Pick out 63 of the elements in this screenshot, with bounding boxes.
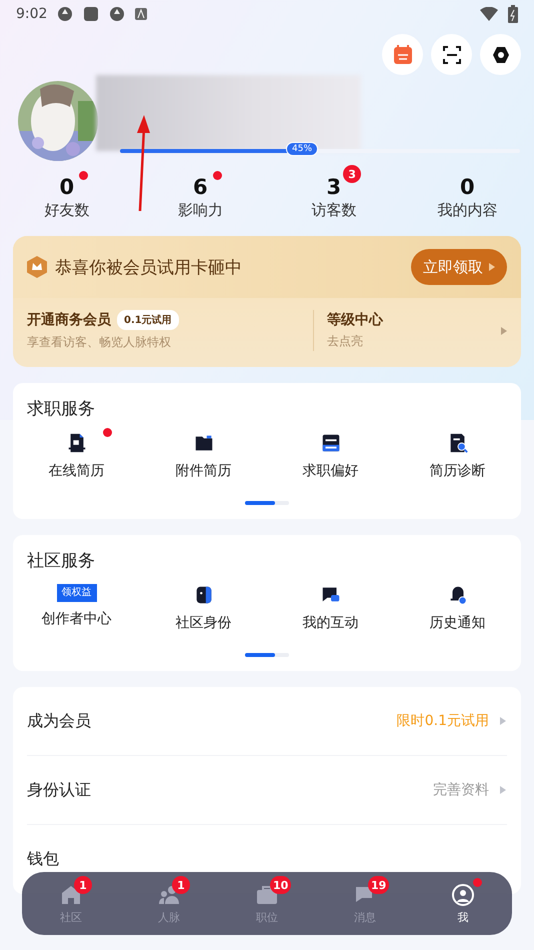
benefit-tag: 领权益 — [56, 584, 96, 602]
nav-tab[interactable]: 消息 19 — [316, 872, 414, 935]
stat-label: 影响力 — [178, 201, 223, 220]
member-card-title: 恭喜你被会员试用卡砸中 — [55, 256, 243, 278]
scan-icon — [442, 44, 462, 64]
service-item[interactable]: 社区身份 — [176, 614, 232, 632]
count-badge: 19 — [368, 876, 390, 894]
stat-value[interactable]: 0 — [59, 175, 74, 199]
claim-button[interactable]: 立即领取 — [411, 249, 507, 285]
level-center-title[interactable]: 等级中心 — [327, 311, 501, 329]
service-item[interactable]: 简历诊断 — [430, 462, 486, 480]
stat-value[interactable]: 0 — [460, 175, 475, 199]
service-item[interactable]: 我的互动 — [302, 614, 358, 632]
nav-tab[interactable]: 职位 10 — [218, 872, 316, 935]
nav-tab[interactable]: 人脉 1 — [120, 872, 218, 935]
settings-button[interactable] — [480, 34, 521, 75]
service-item[interactable]: 在线简历 — [48, 462, 104, 480]
section-title: 社区服务 — [26, 550, 96, 572]
user-icon — [451, 882, 475, 906]
notification-dot — [473, 878, 482, 887]
progress-label: 45% — [286, 142, 318, 156]
chevron-icon — [499, 716, 507, 726]
list-item-value: 完善资料 — [433, 781, 489, 799]
count-badge: 10 — [270, 876, 292, 894]
status-time: 9:02 — [16, 6, 48, 22]
app-icon — [83, 6, 100, 22]
page-indicator — [245, 501, 289, 505]
list-item-label[interactable]: 身份认证 — [27, 780, 433, 800]
keyboard-icon — [135, 8, 148, 20]
scan-button[interactable] — [431, 34, 472, 75]
wifi-icon — [480, 7, 498, 21]
stat-label: 访客数 — [311, 201, 356, 220]
member-benefit-text: 享查看访客、畅览人脉特权 — [27, 334, 172, 351]
service-item[interactable]: 创作者中心 — [42, 610, 112, 628]
section-title: 求职服务 — [26, 398, 96, 420]
sign-in-button[interactable] — [382, 34, 423, 75]
count-badge: 1 — [172, 876, 190, 894]
nav-tab[interactable]: 社区 1 — [22, 872, 120, 935]
chevron-icon — [499, 785, 507, 795]
chevron-icon — [501, 326, 507, 334]
service-item[interactable]: 附件简历 — [176, 462, 232, 480]
level-center-subtitle: 去点亮 — [327, 333, 364, 350]
list-item-value: 限时0.1元试用 — [396, 712, 489, 730]
list-item-label[interactable]: 成为会员 — [27, 710, 397, 732]
nav-tab[interactable]: 我 — [414, 872, 512, 935]
service-item[interactable]: 求职偏好 — [302, 462, 358, 480]
business-member-title[interactable]: 开通商务会员 — [27, 311, 111, 329]
aperture-icon — [57, 6, 74, 22]
chevron-icon — [489, 263, 495, 271]
trial-tag: 0.1元试用 — [117, 310, 179, 330]
crown-icon — [27, 256, 47, 278]
aperture-icon — [109, 6, 126, 22]
stat-label: 好友数 — [44, 201, 90, 220]
stat-value[interactable]: 6 — [192, 175, 208, 199]
service-item[interactable]: 历史通知 — [430, 614, 486, 632]
page-indicator — [245, 653, 289, 657]
battery-icon — [508, 5, 518, 23]
calendar-icon — [392, 44, 414, 66]
stat-label: 我的内容 — [437, 201, 498, 220]
settings-icon — [492, 46, 510, 64]
count-badge: 1 — [74, 876, 92, 894]
count-badge: 3 — [343, 165, 362, 183]
list-item-label[interactable]: 钱包 — [27, 848, 507, 870]
